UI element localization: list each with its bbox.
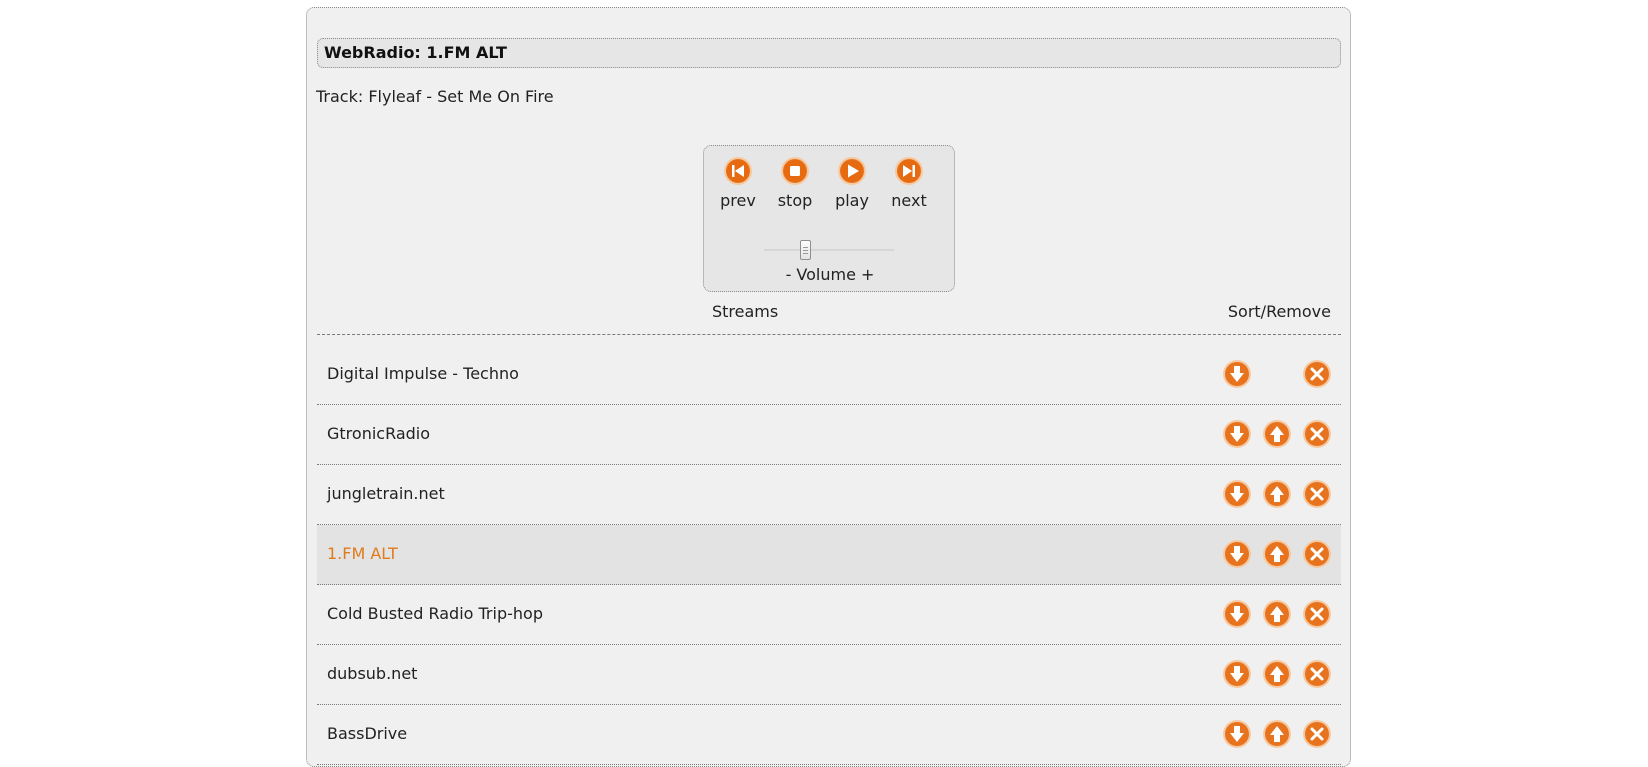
- stream-name[interactable]: Cold Busted Radio Trip-hop: [327, 604, 543, 623]
- remove-button[interactable]: [1302, 719, 1332, 749]
- stream-row[interactable]: GtronicRadio: [317, 405, 1341, 465]
- play-icon: [838, 157, 866, 185]
- stream-name[interactable]: jungletrain.net: [327, 484, 445, 503]
- skip-forward-icon: [895, 157, 923, 185]
- stream-name[interactable]: Digital Impulse - Techno: [327, 364, 519, 383]
- move-down-button[interactable]: [1222, 419, 1252, 449]
- stream-row[interactable]: Cold Busted Radio Trip-hop: [317, 585, 1341, 645]
- stream-list: Digital Impulse - Techno GtronicRadio jung…: [317, 345, 1341, 765]
- arrow-up-icon: [1263, 660, 1291, 688]
- next-button[interactable]: next: [884, 157, 934, 210]
- close-icon: [1303, 720, 1331, 748]
- arrow-down-icon: [1223, 360, 1251, 388]
- stop-button[interactable]: stop: [770, 157, 820, 210]
- move-down-button[interactable]: [1222, 479, 1252, 509]
- stream-row[interactable]: 1.FM ALT: [317, 525, 1341, 585]
- webradio-panel: WebRadio: 1.FM ALT Track: Flyleaf - Set …: [306, 7, 1351, 767]
- arrow-down-icon: [1223, 600, 1251, 628]
- move-up-button[interactable]: [1262, 539, 1292, 569]
- remove-button[interactable]: [1302, 359, 1332, 389]
- stream-name[interactable]: 1.FM ALT: [327, 544, 398, 563]
- remove-button[interactable]: [1302, 419, 1332, 449]
- sort-remove-header: Sort/Remove: [1227, 302, 1331, 321]
- stream-row[interactable]: jungletrain.net: [317, 465, 1341, 525]
- track-info: Track: Flyleaf - Set Me On Fire: [316, 87, 554, 106]
- close-icon: [1303, 540, 1331, 568]
- move-down-button[interactable]: [1222, 539, 1252, 569]
- remove-button[interactable]: [1302, 539, 1332, 569]
- volume-thumb[interactable]: [800, 240, 811, 260]
- arrow-down-icon: [1223, 420, 1251, 448]
- close-icon: [1303, 420, 1331, 448]
- close-icon: [1303, 480, 1331, 508]
- stop-icon: [781, 157, 809, 185]
- remove-button[interactable]: [1302, 479, 1332, 509]
- volume-track: [764, 249, 894, 251]
- move-up-button[interactable]: [1262, 599, 1292, 629]
- player-controls: prev stop play next - Volume +: [703, 145, 955, 292]
- close-icon: [1303, 660, 1331, 688]
- page-title: WebRadio: 1.FM ALT: [317, 38, 1341, 68]
- stream-row[interactable]: BassDrive: [317, 705, 1341, 765]
- stream-name[interactable]: GtronicRadio: [327, 424, 430, 443]
- move-down-button[interactable]: [1222, 659, 1252, 689]
- move-down-button[interactable]: [1222, 599, 1252, 629]
- play-button[interactable]: play: [827, 157, 877, 210]
- volume-slider[interactable]: [764, 240, 894, 260]
- arrow-up-icon: [1263, 720, 1291, 748]
- stop-label: stop: [777, 191, 813, 210]
- move-up-button[interactable]: [1262, 479, 1292, 509]
- stream-row[interactable]: Digital Impulse - Techno: [317, 345, 1341, 405]
- volume-label: - Volume +: [785, 265, 875, 284]
- move-down-button[interactable]: [1222, 359, 1252, 389]
- arrow-up-icon: [1263, 600, 1291, 628]
- streams-header: Streams: [712, 302, 779, 321]
- remove-button[interactable]: [1302, 599, 1332, 629]
- stream-list-header: Streams Sort/Remove: [317, 298, 1341, 335]
- move-up-button[interactable]: [1262, 659, 1292, 689]
- arrow-down-icon: [1223, 720, 1251, 748]
- prev-label: prev: [720, 191, 756, 210]
- move-up-button[interactable]: [1262, 419, 1292, 449]
- prev-button[interactable]: prev: [713, 157, 763, 210]
- play-label: play: [835, 191, 869, 210]
- arrow-down-icon: [1223, 540, 1251, 568]
- skip-back-icon: [724, 157, 752, 185]
- next-label: next: [891, 191, 927, 210]
- arrow-up-icon: [1263, 420, 1291, 448]
- move-up-button[interactable]: [1262, 719, 1292, 749]
- stream-name[interactable]: dubsub.net: [327, 664, 417, 683]
- arrow-down-icon: [1223, 480, 1251, 508]
- stream-name[interactable]: BassDrive: [327, 724, 407, 743]
- arrow-down-icon: [1223, 660, 1251, 688]
- stream-row[interactable]: dubsub.net: [317, 645, 1341, 705]
- close-icon: [1303, 600, 1331, 628]
- close-icon: [1303, 360, 1331, 388]
- remove-button[interactable]: [1302, 659, 1332, 689]
- move-down-button[interactable]: [1222, 719, 1252, 749]
- arrow-up-icon: [1263, 480, 1291, 508]
- arrow-up-icon: [1263, 540, 1291, 568]
